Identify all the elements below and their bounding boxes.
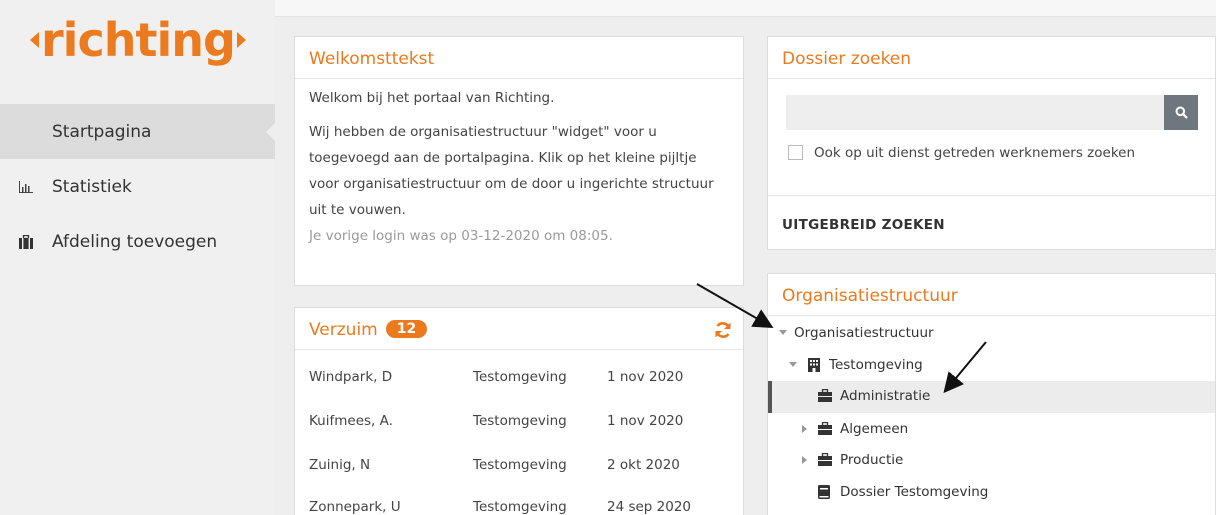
employee-name: Zonnepark, U bbox=[309, 499, 401, 515]
employee-name: Windpark, D bbox=[309, 369, 393, 385]
search-input[interactable] bbox=[786, 95, 1164, 130]
table-row[interactable]: Kuifmees, A. Testomgeving 1 nov 2020 bbox=[309, 405, 729, 437]
book-icon bbox=[818, 485, 832, 499]
tree-node-label: Productie bbox=[840, 452, 904, 468]
tree-node-label: Administratie bbox=[840, 388, 931, 404]
last-login-text: Je vorige login was op 03-12-2020 om 08:… bbox=[309, 228, 613, 244]
dossier-search-panel: Dossier zoeken Ook op uit dienst getrede… bbox=[767, 36, 1216, 250]
logo-left-arrow-icon bbox=[30, 32, 39, 48]
tree-node-label: Dossier Testomgeving bbox=[840, 484, 989, 500]
org-structure-panel: Organisatiestructuur Organisatiestructuu… bbox=[767, 273, 1216, 515]
chevron-right-icon[interactable] bbox=[802, 425, 807, 433]
logo-right-arrow-icon bbox=[236, 32, 246, 48]
table-row[interactable]: Windpark, D Testomgeving 1 nov 2020 bbox=[309, 361, 729, 393]
former-employees-checkbox[interactable] bbox=[788, 145, 803, 160]
verzuim-title: Verzuim bbox=[309, 320, 378, 340]
bar-chart-icon bbox=[18, 180, 34, 193]
sidebar: richting Startpagina Statistiek Afdeling… bbox=[0, 0, 275, 515]
department: Testomgeving bbox=[473, 457, 567, 473]
tree-node-productie[interactable]: Productie bbox=[768, 445, 1215, 477]
sidebar-item-label: Afdeling toevoegen bbox=[52, 231, 218, 252]
sidebar-item-afdeling-toevoegen[interactable]: Afdeling toevoegen bbox=[0, 214, 275, 269]
panel-title: Dossier zoeken bbox=[768, 37, 1215, 79]
chevron-down-icon[interactable] bbox=[789, 362, 797, 367]
sidebar-item-label: Statistiek bbox=[52, 176, 132, 197]
department: Testomgeving bbox=[473, 413, 567, 429]
count-badge: 12 bbox=[385, 320, 428, 338]
logo-text: richting bbox=[41, 13, 236, 67]
briefcase-icon bbox=[18, 234, 34, 249]
verzuim-panel: Verzuim 12 Windpark, D Testomgeving 1 nov… bbox=[294, 307, 744, 515]
department: Testomgeving bbox=[473, 369, 567, 385]
checkbox-label: Ook op uit dienst getreden werknemers zo… bbox=[814, 145, 1136, 161]
divider bbox=[768, 195, 1215, 196]
tree-node-administratie[interactable]: Administratie bbox=[768, 381, 1215, 413]
sidebar-item-statistiek[interactable]: Statistiek bbox=[0, 159, 275, 214]
search-button[interactable] bbox=[1164, 95, 1198, 130]
refresh-icon[interactable] bbox=[713, 320, 733, 340]
tree-node-algemeen[interactable]: Algemeen bbox=[768, 414, 1215, 446]
sidebar-item-startpagina[interactable]: Startpagina bbox=[0, 104, 275, 159]
date: 24 sep 2020 bbox=[607, 499, 692, 515]
table-row[interactable]: Zuinig, N Testomgeving 2 okt 2020 bbox=[309, 449, 729, 481]
department: Testomgeving bbox=[473, 499, 567, 515]
tree-node-organisatiestructuur[interactable]: Organisatiestructuur bbox=[768, 318, 1215, 350]
welcome-line: Welkom bij het portaal van Richting. bbox=[309, 90, 555, 106]
date: 1 nov 2020 bbox=[607, 413, 684, 429]
panel-title: Organisatiestructuur bbox=[768, 274, 1215, 316]
tree-node-label: Algemeen bbox=[840, 421, 909, 437]
logo[interactable]: richting bbox=[30, 10, 246, 70]
welcome-line: uit te vouwen. bbox=[309, 202, 406, 218]
welcome-line: toegevoegd aan de portalpagina. Klik op … bbox=[309, 150, 697, 166]
panel-title: Verzuim 12 bbox=[295, 308, 743, 350]
top-bar bbox=[275, 0, 1216, 17]
employee-name: Kuifmees, A. bbox=[309, 413, 393, 429]
building-icon bbox=[808, 358, 822, 372]
welcome-text: Welkom bij het portaal van Richting. Wij… bbox=[295, 79, 743, 249]
table-row[interactable]: Zonnepark, U Testomgeving 24 sep 2020 bbox=[309, 491, 729, 515]
briefcase-icon bbox=[818, 421, 832, 436]
briefcase-icon bbox=[818, 452, 832, 467]
welcome-panel: Welkomsttekst Welkom bij het portaal van… bbox=[294, 36, 744, 286]
date: 2 okt 2020 bbox=[607, 457, 680, 473]
chevron-down-icon[interactable] bbox=[779, 330, 787, 335]
chevron-right-icon[interactable] bbox=[802, 456, 807, 464]
panel-title: Welkomsttekst bbox=[295, 37, 743, 79]
briefcase-icon bbox=[818, 388, 832, 403]
welcome-line: Wij hebben de organisatiestructuur "widg… bbox=[309, 124, 657, 140]
advanced-search-link[interactable]: UITGEBREID ZOEKEN bbox=[782, 217, 945, 233]
tree-node-label: Organisatiestructuur bbox=[794, 325, 934, 341]
tree-node-testomgeving[interactable]: Testomgeving bbox=[768, 350, 1215, 382]
tree-node-label: Testomgeving bbox=[829, 357, 923, 373]
date: 1 nov 2020 bbox=[607, 369, 684, 385]
employee-name: Zuinig, N bbox=[309, 457, 371, 473]
tree-node-dossier-testomgeving[interactable]: Dossier Testomgeving bbox=[768, 477, 1215, 509]
sidebar-item-label: Startpagina bbox=[52, 121, 152, 142]
welcome-line: voor organisatiestructuur om de door u i… bbox=[309, 176, 714, 192]
search-icon bbox=[1175, 106, 1188, 119]
